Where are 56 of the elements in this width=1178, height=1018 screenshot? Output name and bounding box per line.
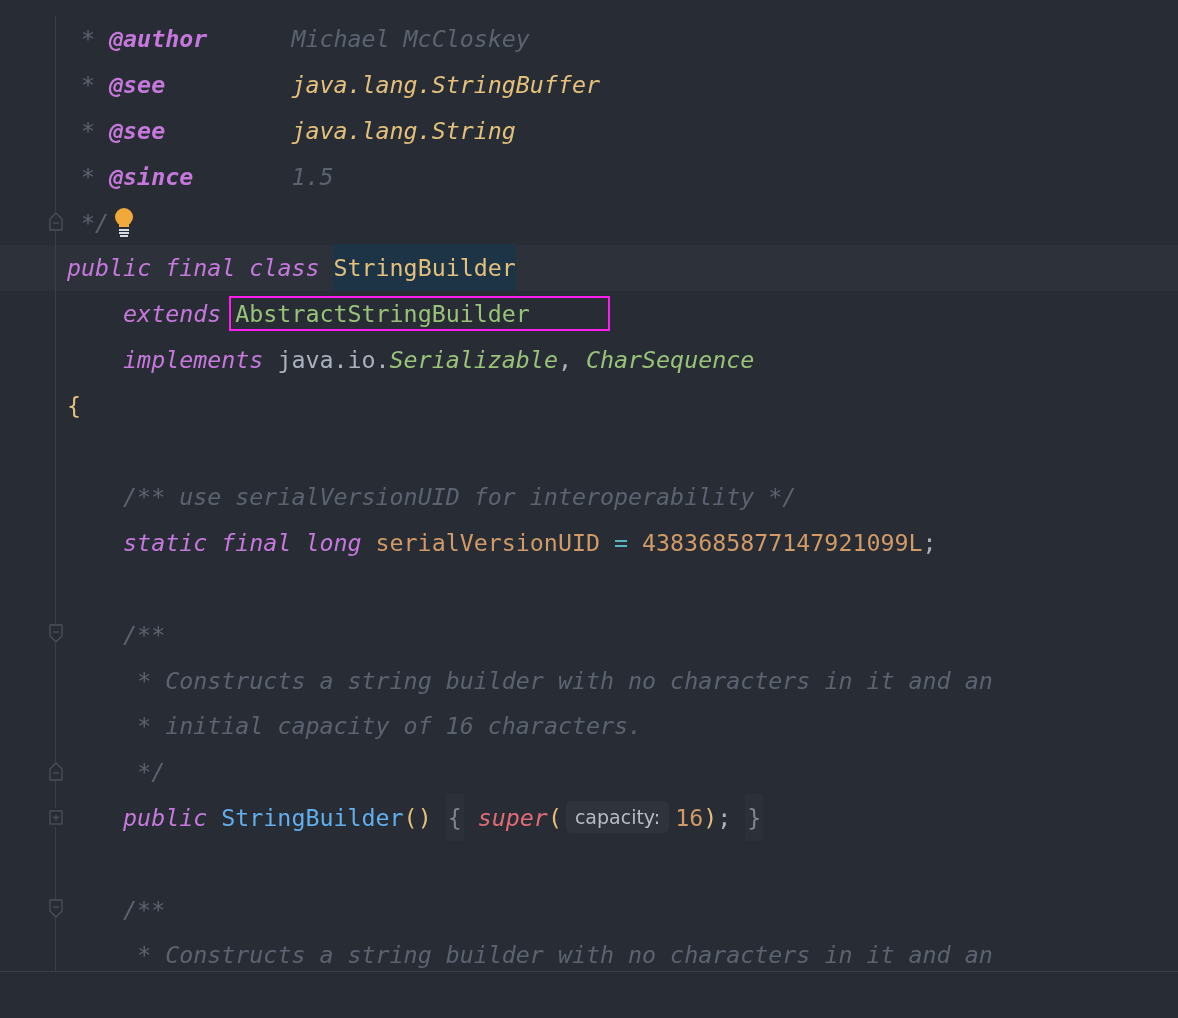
operator: = <box>614 529 628 557</box>
method-name: StringBuilder <box>221 803 404 831</box>
brace: { <box>67 391 82 419</box>
doc-tag: @see <box>109 117 166 144</box>
doc-tag: @author <box>109 25 208 53</box>
number-literal: 16 <box>675 803 704 831</box>
comment: */ <box>137 758 166 786</box>
fold-end-icon[interactable] <box>49 761 63 781</box>
parenthesis: ) <box>703 803 718 831</box>
doc-reference: java.lang.StringBuffer <box>291 71 600 99</box>
comment: * initial capacity of 16 characters. <box>137 712 643 740</box>
comment: * Constructs a string builder with no characters in it and an <box>137 941 993 969</box>
comment: */ <box>81 208 110 236</box>
code-text: ; <box>922 529 937 557</box>
code-text: , <box>557 345 572 373</box>
class-name: StringBuilder <box>333 244 516 292</box>
interface-name: Serializable <box>389 345 558 373</box>
comment: * <box>81 25 96 53</box>
parameter-hint: capacity: <box>565 801 670 834</box>
doc-tag: @see <box>109 71 166 99</box>
keyword: public <box>123 803 208 831</box>
comment: * Constructs a string builder with no characters in it and an <box>137 666 993 694</box>
comment: /** use serialVersionUID for interoperability */ <box>123 483 797 511</box>
comment: Michael McCloskey <box>291 25 530 53</box>
doc-reference: java.lang.String <box>291 117 516 144</box>
field-name: serialVersionUID <box>375 529 600 557</box>
keyword: extends <box>123 300 222 328</box>
comment: * <box>81 117 96 144</box>
folded-brace: } <box>745 793 764 841</box>
keyword: final <box>221 529 292 557</box>
fold-start-icon[interactable] <box>49 899 63 919</box>
code-text: java.io. <box>277 345 390 373</box>
code-text: ; <box>717 803 732 831</box>
superclass-name: AbstractStringBuilder <box>231 298 608 330</box>
interface-name: CharSequence <box>585 345 755 373</box>
keyword: class <box>249 254 320 282</box>
keyword: long <box>305 529 362 557</box>
keyword: final <box>165 254 236 282</box>
comment: 1.5 <box>291 162 334 190</box>
number-literal: 4383685877147921099L <box>642 529 923 557</box>
keyword: public <box>67 254 152 282</box>
parenthesis: ( <box>547 803 562 831</box>
lightbulb-icon[interactable] <box>112 207 136 238</box>
fold-expand-icon[interactable] <box>49 807 63 827</box>
doc-tag: @since <box>109 162 194 190</box>
comment: * <box>81 162 96 190</box>
parenthesis: () <box>403 803 432 831</box>
comment: /** <box>123 620 166 648</box>
fold-end-icon[interactable] <box>49 212 63 232</box>
keyword: implements <box>123 345 264 373</box>
super-call: super <box>477 803 548 831</box>
comment: /** <box>123 895 166 923</box>
fold-start-icon[interactable] <box>49 624 63 644</box>
comment: * <box>81 71 96 99</box>
keyword: static <box>123 529 208 557</box>
folded-brace: { <box>445 793 464 841</box>
